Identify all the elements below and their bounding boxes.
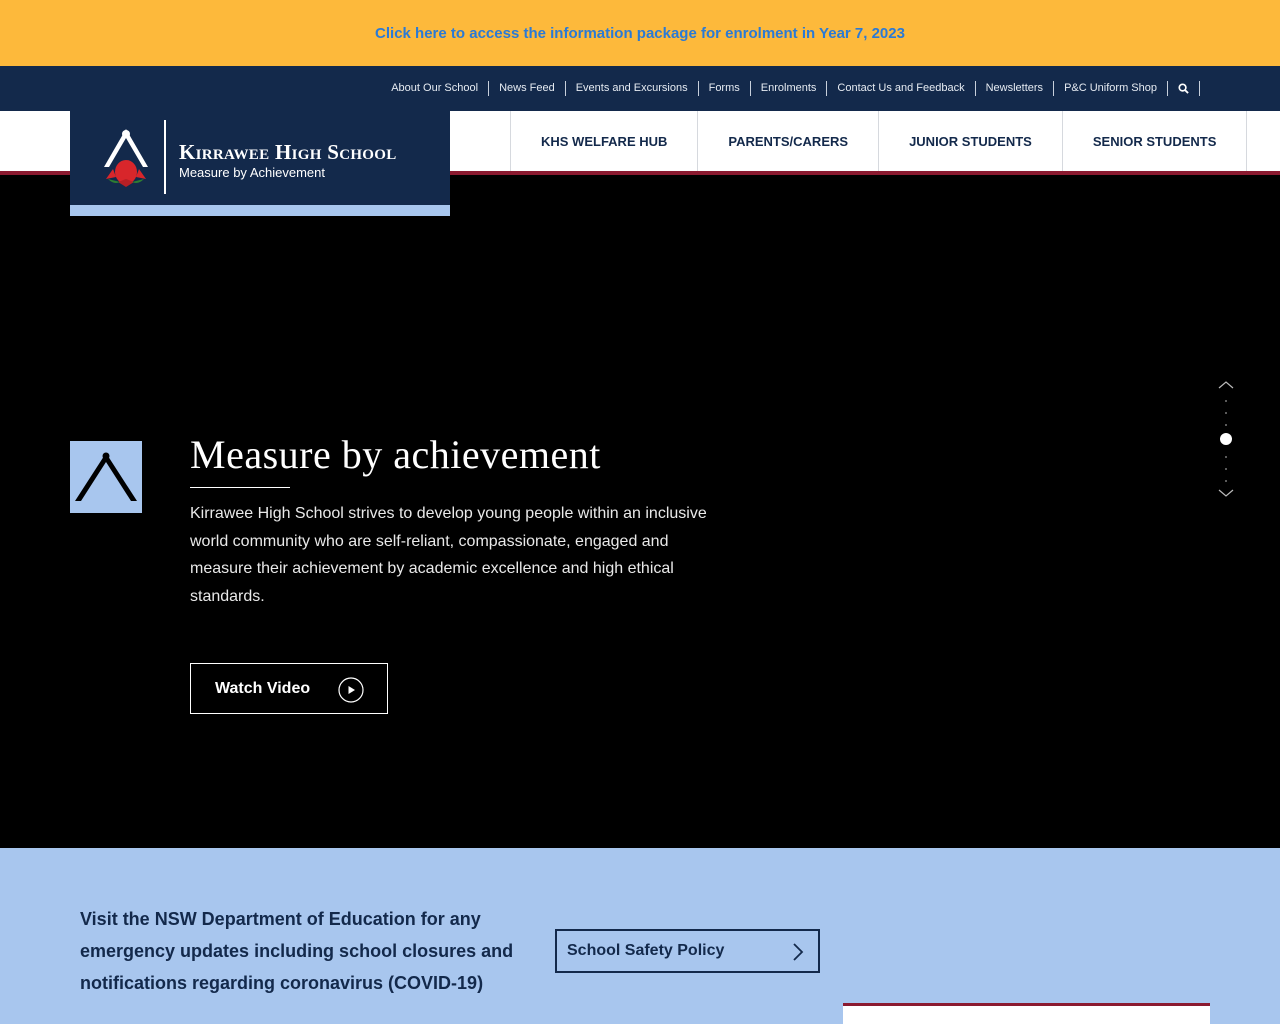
school-logo[interactable]: Kirrawee High School Measure by Achievem… — [70, 111, 450, 216]
watch-video-button[interactable]: Watch Video — [190, 663, 388, 714]
slide-dot-spacer — [1225, 424, 1227, 426]
announcement-banner: Click here to access the information pac… — [0, 0, 1280, 66]
school-name: Kirrawee High School — [179, 140, 397, 164]
chevron-down-icon[interactable] — [1217, 488, 1235, 498]
logo-accent-strip — [70, 205, 450, 216]
util-link-events[interactable]: Events and Excursions — [566, 81, 699, 96]
slide-dot-spacer — [1225, 456, 1227, 458]
slide-navigation — [1216, 380, 1236, 500]
util-link-enrolments[interactable]: Enrolments — [751, 81, 828, 96]
hero-title-underline — [190, 487, 290, 488]
utility-nav-bar: About Our School News Feed Events and Ex… — [0, 66, 1280, 111]
school-crest-icon — [104, 129, 148, 187]
school-motto: Measure by Achievement — [179, 165, 325, 180]
hero-description: Kirrawee High School strives to develop … — [190, 505, 707, 605]
main-nav: KHS WELFARE HUB PARENTS/CARERS JUNIOR ST… — [510, 111, 1248, 171]
slide-dot-spacer — [1225, 480, 1227, 482]
school-safety-policy-button[interactable]: School Safety Policy — [555, 929, 820, 973]
enrolment-info-link[interactable]: Click here to access the information pac… — [375, 25, 905, 42]
safety-policy-label: School Safety Policy — [567, 942, 725, 959]
content-card — [843, 1003, 1210, 1024]
hero-badge — [70, 441, 142, 513]
slide-dot-spacer — [1225, 400, 1227, 402]
slide-dot-spacer — [1225, 468, 1227, 470]
util-link-forms[interactable]: Forms — [699, 81, 751, 96]
slide-dot-spacer — [1225, 412, 1227, 414]
nav-junior-students[interactable]: JUNIOR STUDENTS — [878, 111, 1062, 171]
hero-section: Measure by achievement Kirrawee High Sch… — [0, 175, 1280, 848]
hero-title: Measure by achievement — [190, 432, 601, 477]
util-link-newsletters[interactable]: Newsletters — [976, 81, 1055, 96]
chevron-right-icon — [793, 943, 804, 961]
emergency-alert-section: Visit the NSW Department of Education fo… — [0, 848, 1280, 1024]
util-link-uniform-shop[interactable]: P&C Uniform Shop — [1054, 81, 1168, 96]
play-icon — [338, 677, 364, 703]
search-icon — [1178, 83, 1189, 94]
compass-icon — [75, 452, 137, 501]
util-link-news-feed[interactable]: News Feed — [489, 81, 566, 96]
util-link-contact[interactable]: Contact Us and Feedback — [827, 81, 976, 96]
watch-video-label: Watch Video — [215, 679, 311, 697]
nav-parents-carers[interactable]: PARENTS/CARERS — [697, 111, 878, 171]
search-button[interactable] — [1168, 81, 1200, 96]
nav-welfare-hub[interactable]: KHS WELFARE HUB — [510, 111, 697, 171]
utility-nav: About Our School News Feed Events and Ex… — [381, 66, 1200, 111]
chevron-up-icon[interactable] — [1217, 380, 1235, 390]
slide-dot-active[interactable] — [1220, 433, 1232, 445]
util-link-about[interactable]: About Our School — [381, 81, 490, 96]
nav-senior-students[interactable]: SENIOR STUDENTS — [1061, 111, 1248, 171]
logo-divider — [164, 120, 166, 194]
alert-text[interactable]: Visit the NSW Department of Education fo… — [80, 903, 530, 999]
